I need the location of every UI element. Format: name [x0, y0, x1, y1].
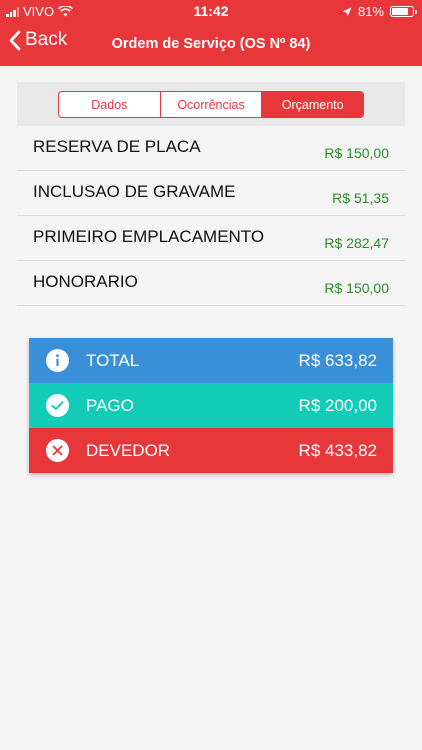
paid-row: PAGO R$ 200,00 — [29, 383, 393, 428]
location-arrow-icon — [342, 7, 352, 16]
app-header: VIVO 11:42 81% Back Ordem de Serviço (OS… — [0, 0, 422, 66]
item-value: R$ 150,00 — [324, 145, 389, 161]
budget-list: RESERVA DE PLACA R$ 150,00 INCLUSAO DE G… — [17, 126, 405, 306]
close-icon — [46, 439, 69, 462]
debtor-value: R$ 433,82 — [298, 441, 377, 460]
total-row: TOTAL R$ 633,82 — [29, 338, 393, 383]
tab-dados[interactable]: Dados — [59, 92, 160, 117]
list-item[interactable]: RESERVA DE PLACA R$ 150,00 — [17, 126, 405, 171]
tab-ocorrencias[interactable]: Ocorrências — [159, 92, 262, 117]
check-icon — [46, 394, 69, 417]
tab-orcamento[interactable]: Orçamento — [261, 92, 363, 117]
tab-bar-container: Dados Ocorrências Orçamento — [17, 82, 405, 126]
summary-card: TOTAL R$ 633,82 PAGO R$ 200,00 DEVEDOR R… — [29, 338, 393, 473]
info-icon — [46, 349, 69, 372]
paid-value: R$ 200,00 — [298, 396, 377, 415]
list-item[interactable]: HONORARIO R$ 150,00 — [17, 261, 405, 306]
battery-icon — [390, 6, 417, 17]
item-value: R$ 150,00 — [324, 280, 389, 296]
battery-percent: 81% — [357, 4, 384, 19]
status-bar: VIVO 11:42 81% — [0, 0, 422, 22]
list-item[interactable]: PRIMEIRO EMPLACAMENTO R$ 282,47 — [17, 216, 405, 261]
item-label: INCLUSAO DE GRAVAME — [33, 182, 236, 201]
nav-bar: Back Ordem de Serviço (OS Nº 84) — [0, 26, 422, 62]
page-title: Ordem de Serviço (OS Nº 84) — [111, 36, 311, 52]
segmented-control: Dados Ocorrências Orçamento — [58, 91, 364, 118]
item-label: HONORARIO — [33, 272, 138, 291]
status-right: 81% — [342, 4, 417, 19]
total-label: TOTAL — [86, 351, 140, 370]
paid-label: PAGO — [86, 396, 134, 415]
item-label: PRIMEIRO EMPLACAMENTO — [33, 227, 265, 246]
debtor-label: DEVEDOR — [86, 441, 171, 460]
item-value: R$ 51,35 — [332, 190, 389, 206]
total-value: R$ 633,82 — [298, 351, 377, 370]
item-value: R$ 282,47 — [324, 235, 389, 251]
list-item[interactable]: INCLUSAO DE GRAVAME R$ 51,35 — [17, 171, 405, 216]
debtor-row: DEVEDOR R$ 433,82 — [29, 428, 393, 473]
item-label: RESERVA DE PLACA — [33, 137, 201, 156]
